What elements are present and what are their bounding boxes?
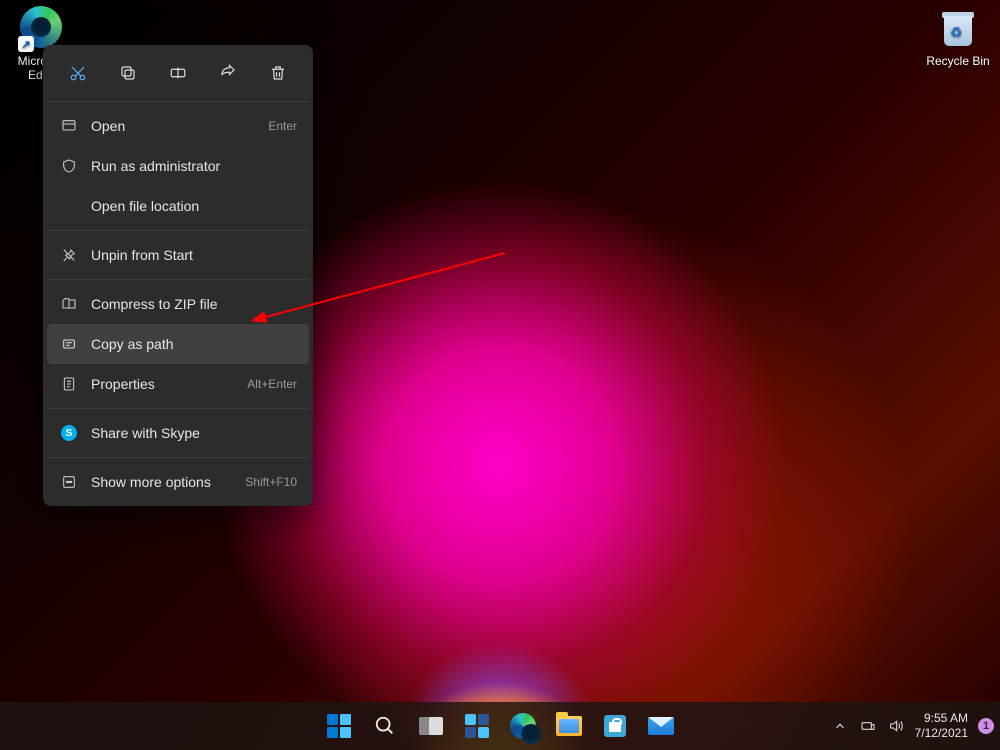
rename-button[interactable] — [162, 57, 194, 89]
menu-item-properties[interactable]: Properties Alt+Enter — [47, 364, 309, 404]
menu-item-open[interactable]: Open Enter — [47, 106, 309, 146]
taskbar-time: 9:55 AM — [915, 711, 968, 726]
taskbar-app-edge[interactable] — [503, 706, 543, 746]
menu-item-unpin-start[interactable]: Unpin from Start — [47, 235, 309, 275]
menu-item-label: Show more options — [91, 474, 245, 490]
menu-item-copy-as-path[interactable]: Copy as path — [47, 324, 309, 364]
widgets-button[interactable] — [457, 706, 497, 746]
menu-item-label: Open — [91, 118, 268, 134]
menu-item-label: Compress to ZIP file — [91, 296, 297, 312]
taskbar-app-mail[interactable] — [641, 706, 681, 746]
context-menu-top-actions — [47, 49, 309, 97]
recycle-bin-icon: ♻ — [936, 6, 980, 50]
menu-item-show-more[interactable]: Show more options Shift+F10 — [47, 462, 309, 502]
menu-item-label: Run as administrator — [91, 158, 297, 174]
delete-button[interactable] — [262, 57, 294, 89]
cut-button[interactable] — [62, 57, 94, 89]
context-menu: Open Enter Run as administrator Open fil… — [43, 45, 313, 506]
network-icon[interactable] — [859, 717, 877, 735]
task-view-button[interactable] — [411, 706, 451, 746]
taskbar-center — [319, 706, 681, 746]
taskbar-app-explorer[interactable] — [549, 706, 589, 746]
start-button[interactable] — [319, 706, 359, 746]
copy-button[interactable] — [112, 57, 144, 89]
taskbar: 9:55 AM 7/12/2021 1 — [0, 702, 1000, 750]
share-button[interactable] — [212, 57, 244, 89]
menu-item-label: Properties — [91, 376, 247, 392]
more-options-icon — [59, 474, 79, 490]
menu-item-label: Open file location — [91, 198, 297, 214]
notification-badge[interactable]: 1 — [978, 718, 994, 734]
taskbar-clock[interactable]: 9:55 AM 7/12/2021 — [915, 711, 968, 741]
shortcut-arrow-icon: ↗ — [18, 36, 34, 52]
properties-icon — [59, 376, 79, 392]
menu-item-share-skype[interactable]: S Share with Skype — [47, 413, 309, 453]
tray-overflow-button[interactable] — [831, 717, 849, 735]
search-button[interactable] — [365, 706, 405, 746]
menu-item-shortcut: Enter — [268, 119, 297, 133]
unpin-icon — [59, 247, 79, 263]
menu-item-shortcut: Alt+Enter — [247, 377, 297, 391]
shield-icon — [59, 158, 79, 174]
volume-icon[interactable] — [887, 717, 905, 735]
zip-icon — [59, 296, 79, 312]
menu-item-compress-zip[interactable]: Compress to ZIP file — [47, 284, 309, 324]
menu-item-run-as-admin[interactable]: Run as administrator — [47, 146, 309, 186]
desktop-icon-label: Recycle Bin — [920, 54, 996, 68]
copy-path-icon — [59, 336, 79, 352]
edge-icon: ↗ — [20, 6, 64, 50]
menu-item-label: Unpin from Start — [91, 247, 297, 263]
desktop[interactable]: ↗ Microsoft Edge ♻ Recycle Bin — [0, 0, 1000, 750]
taskbar-right: 9:55 AM 7/12/2021 1 — [831, 711, 994, 741]
menu-item-shortcut: Shift+F10 — [245, 475, 297, 489]
menu-item-label: Share with Skype — [91, 425, 297, 441]
open-icon — [59, 118, 79, 134]
taskbar-app-store[interactable] — [595, 706, 635, 746]
menu-item-open-location[interactable]: Open file location — [47, 186, 309, 226]
menu-item-label: Copy as path — [91, 336, 297, 352]
desktop-icon-recycle-bin[interactable]: ♻ Recycle Bin — [920, 6, 996, 68]
skype-icon: S — [59, 425, 79, 441]
taskbar-date: 7/12/2021 — [915, 726, 968, 741]
